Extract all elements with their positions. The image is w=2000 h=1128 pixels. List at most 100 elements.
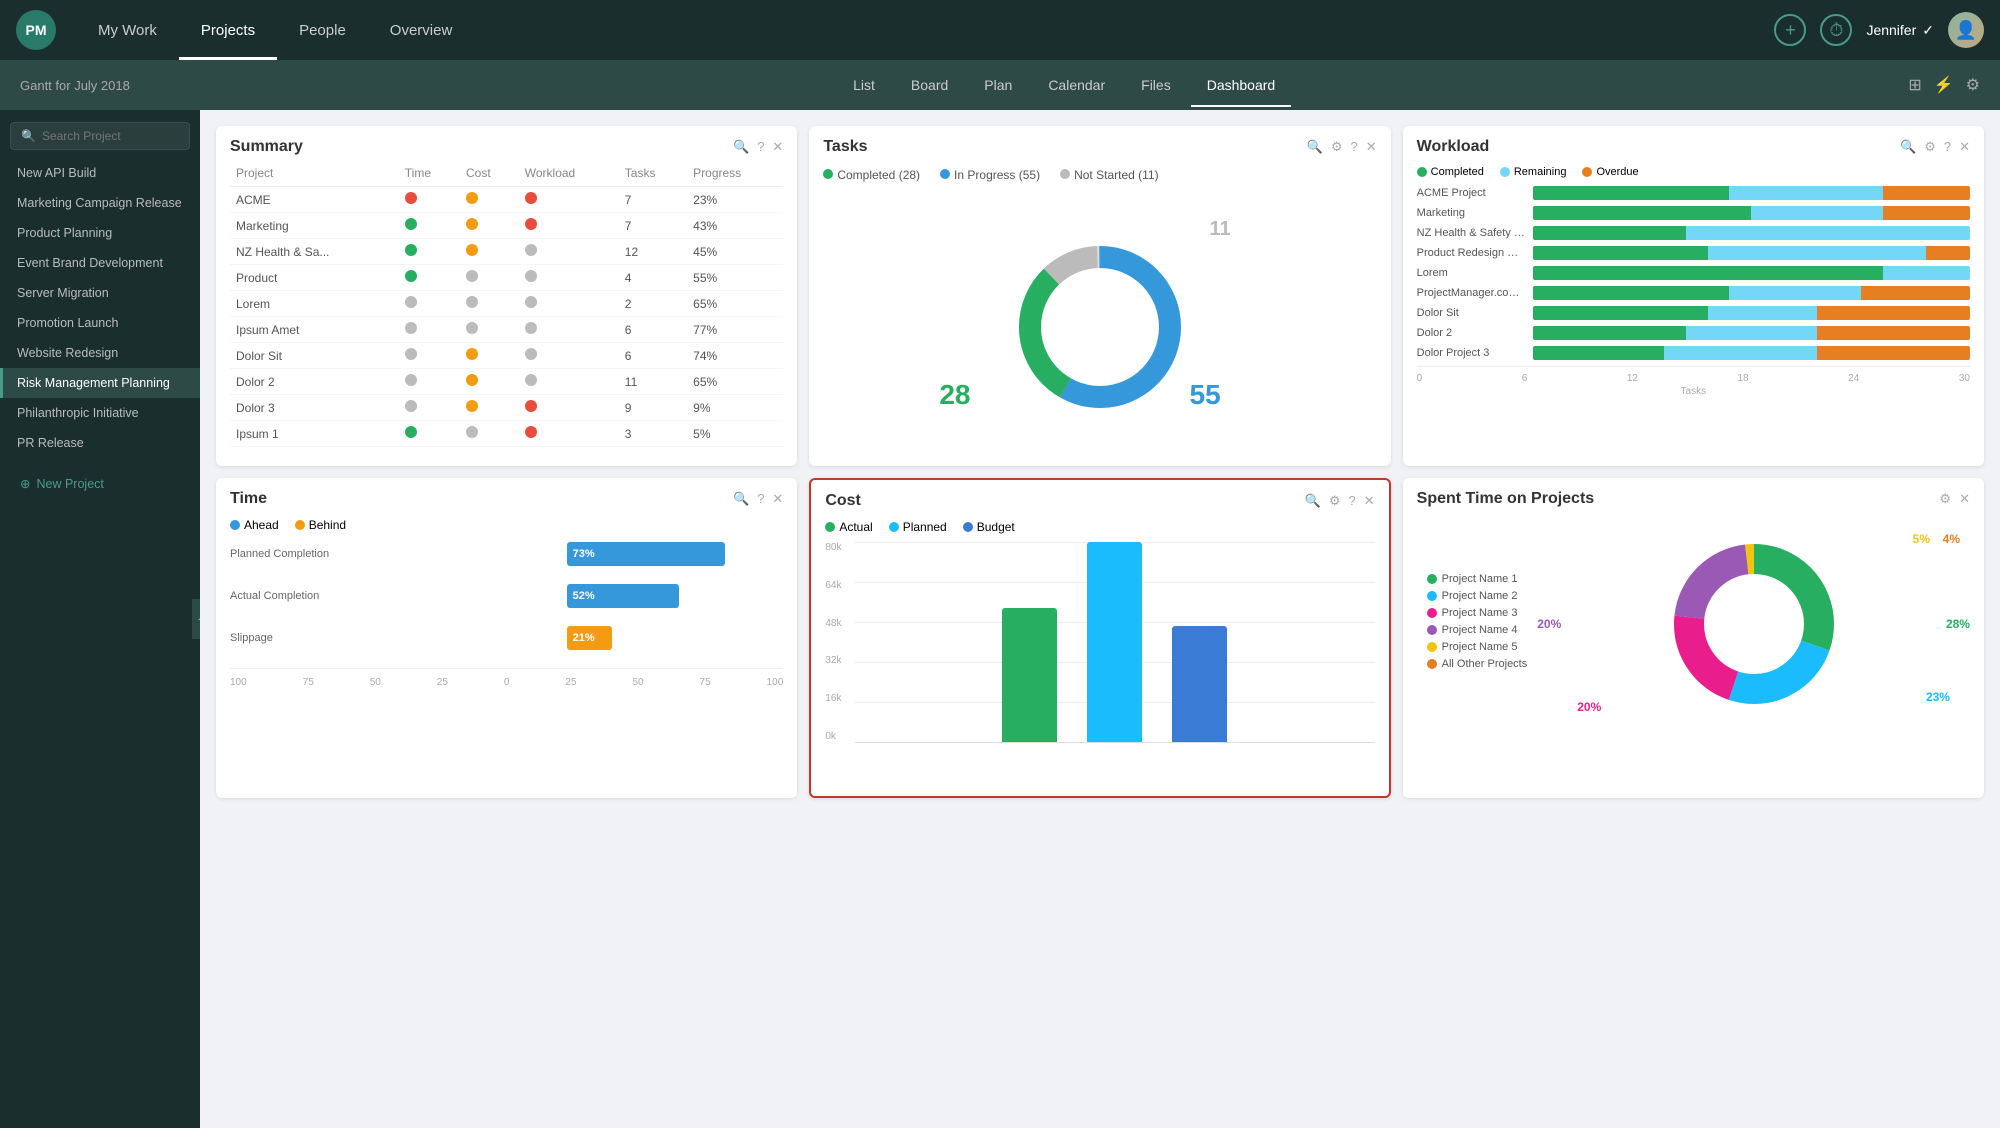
cost-y-labels: 80k 64k 48k 32k 16k 0k [825, 542, 841, 742]
tasks-close-icon[interactable]: ✕ [1366, 139, 1377, 155]
tasks-legend: Completed (28) In Progress (55) Not Star… [809, 162, 1390, 188]
col-cost: Cost [460, 162, 519, 187]
p4-dot [1427, 625, 1437, 635]
summary-close-icon[interactable]: ✕ [772, 139, 783, 155]
time-search-icon[interactable]: 🔍 [733, 491, 749, 507]
spent-settings-icon[interactable]: ⚙ [1939, 491, 1951, 507]
cost-legend-planned: Planned [889, 520, 947, 534]
tab-calendar[interactable]: Calendar [1032, 71, 1121, 99]
completed-count: 28 [939, 379, 970, 411]
workload-axis: 0612182430 [1417, 366, 1970, 384]
sidebar-item-pr[interactable]: PR Release [0, 428, 200, 458]
tasks-controls: 🔍 ⚙ ? ✕ [1307, 139, 1377, 155]
other-dot [1427, 659, 1437, 669]
summary-widget: Summary 🔍 ? ✕ Project Time Cost Workload [216, 126, 797, 466]
tab-board[interactable]: Board [895, 71, 964, 99]
nav-right: + ⏱ Jennifer ✓ 👤 [1774, 12, 1984, 48]
grid-icon[interactable]: ⊞ [1908, 75, 1921, 95]
sidebar-item-promotion[interactable]: Promotion Launch [0, 308, 200, 338]
spent-close-icon[interactable]: ✕ [1959, 491, 1970, 507]
workload-row: Marketing [1417, 206, 1970, 220]
sidebar-toggle[interactable]: ◀ [192, 599, 200, 639]
cost-close-icon[interactable]: ✕ [1364, 493, 1375, 509]
col-project: Project [230, 162, 399, 187]
logo[interactable]: PM [16, 10, 56, 50]
tab-files[interactable]: Files [1125, 71, 1187, 99]
sidebar-item-philanthropic[interactable]: Philanthropic Initiative [0, 398, 200, 428]
nav-projects[interactable]: Projects [179, 0, 277, 60]
in-progress-count: 55 [1190, 379, 1221, 411]
nav-overview[interactable]: Overview [368, 0, 475, 60]
sidebar-item-event[interactable]: Event Brand Development [0, 248, 200, 278]
tasks-settings-icon[interactable]: ⚙ [1331, 139, 1343, 155]
dashboard: Summary 🔍 ? ✕ Project Time Cost Workload [200, 110, 2000, 1128]
user-avatar[interactable]: 👤 [1948, 12, 1984, 48]
workload-widget: Workload 🔍 ⚙ ? ✕ Completed Remaining Ove… [1403, 126, 1984, 466]
summary-help-icon[interactable]: ? [757, 139, 764, 155]
time-bar-row: Actual Completion 52% [230, 584, 783, 608]
cost-settings-icon[interactable]: ⚙ [1329, 493, 1341, 509]
summary-search-icon[interactable]: 🔍 [733, 139, 749, 155]
workload-search-icon[interactable]: 🔍 [1900, 139, 1916, 155]
col-workload: Workload [519, 162, 619, 187]
table-row: ACME 7 23% [230, 187, 783, 213]
spent-time-widget: Spent Time on Projects ⚙ ✕ Project Name … [1403, 478, 1984, 798]
workload-controls: 🔍 ⚙ ? ✕ [1900, 139, 1970, 155]
spent-time-controls: ⚙ ✕ [1939, 491, 1970, 507]
workload-help-icon[interactable]: ? [1944, 139, 1951, 155]
table-row: Dolor Sit 6 74% [230, 343, 783, 369]
tasks-search-icon[interactable]: 🔍 [1307, 139, 1323, 155]
sidebar-item-risk[interactable]: Risk Management Planning [0, 368, 200, 398]
tab-plan[interactable]: Plan [968, 71, 1028, 99]
pct-label-4a: 20% [1537, 617, 1561, 631]
settings-icon[interactable]: ⚙ [1966, 75, 1980, 95]
not-started-count: 11 [1210, 218, 1231, 241]
new-project-button[interactable]: ⊕ New Project [10, 468, 190, 499]
time-close-icon[interactable]: ✕ [772, 491, 783, 507]
sub-nav: Gantt for July 2018 List Board Plan Cale… [0, 60, 2000, 110]
workload-row: Lorem [1417, 266, 1970, 280]
completed-dot [823, 169, 833, 179]
table-row: Lorem 2 65% [230, 291, 783, 317]
sidebar-item-server[interactable]: Server Migration [0, 278, 200, 308]
nav-people[interactable]: People [277, 0, 368, 60]
add-button[interactable]: + [1774, 14, 1806, 46]
workload-row: Dolor Project 3 [1417, 346, 1970, 360]
workload-close-icon[interactable]: ✕ [1959, 139, 1970, 155]
time-title: Time [230, 490, 267, 508]
table-row: Product 4 55% [230, 265, 783, 291]
time-ahead-dot [230, 520, 240, 530]
summary-header: Summary 🔍 ? ✕ [216, 126, 797, 162]
workload-body: Completed Remaining Overdue ACME Project… [1403, 162, 1984, 466]
cost-search-icon[interactable]: 🔍 [1305, 493, 1321, 509]
time-widget: Time 🔍 ? ✕ Ahead Behind Planned Completi… [216, 478, 797, 798]
cost-help-icon[interactable]: ? [1349, 493, 1356, 509]
sidebar-item-new-api[interactable]: New API Build [0, 158, 200, 188]
time-axis: 1007550250255075100 [230, 668, 783, 688]
workload-settings-icon[interactable]: ⚙ [1924, 139, 1936, 155]
cost-widget: Cost 🔍 ⚙ ? ✕ Actual Planned Budget 8 [809, 478, 1390, 798]
sidebar-item-website[interactable]: Website Redesign [0, 338, 200, 368]
search-input[interactable] [42, 129, 179, 143]
time-help-icon[interactable]: ? [757, 491, 764, 507]
tab-dashboard[interactable]: Dashboard [1191, 71, 1292, 99]
summary-title: Summary [230, 138, 303, 156]
filter-icon[interactable]: ⚡ [1934, 75, 1954, 95]
main-container: 🔍 New API Build Marketing Campaign Relea… [0, 110, 2000, 1128]
spent-legend: Project Name 1 Project Name 2 Project Na… [1427, 573, 1528, 675]
gridline-6 [855, 742, 1374, 743]
search-box[interactable]: 🔍 [10, 122, 190, 150]
clock-button[interactable]: ⏱ [1820, 14, 1852, 46]
cost-bar-actual [1002, 608, 1057, 742]
workload-row: Dolor Sit [1417, 306, 1970, 320]
user-menu[interactable]: Jennifer ✓ [1866, 22, 1934, 39]
cost-body: Actual Planned Budget 80k 64k 48k 32k 16… [811, 516, 1388, 796]
tasks-help-icon[interactable]: ? [1351, 139, 1358, 155]
wl-overdue-dot [1582, 167, 1592, 177]
sidebar-item-product[interactable]: Product Planning [0, 218, 200, 248]
tab-list[interactable]: List [837, 71, 891, 99]
sidebar-item-marketing[interactable]: Marketing Campaign Release [0, 188, 200, 218]
nav-my-work[interactable]: My Work [76, 0, 179, 60]
spent-time-title: Spent Time on Projects [1417, 490, 1595, 508]
tasks-widget: Tasks 🔍 ⚙ ? ✕ Completed (28) In Progress… [809, 126, 1390, 466]
